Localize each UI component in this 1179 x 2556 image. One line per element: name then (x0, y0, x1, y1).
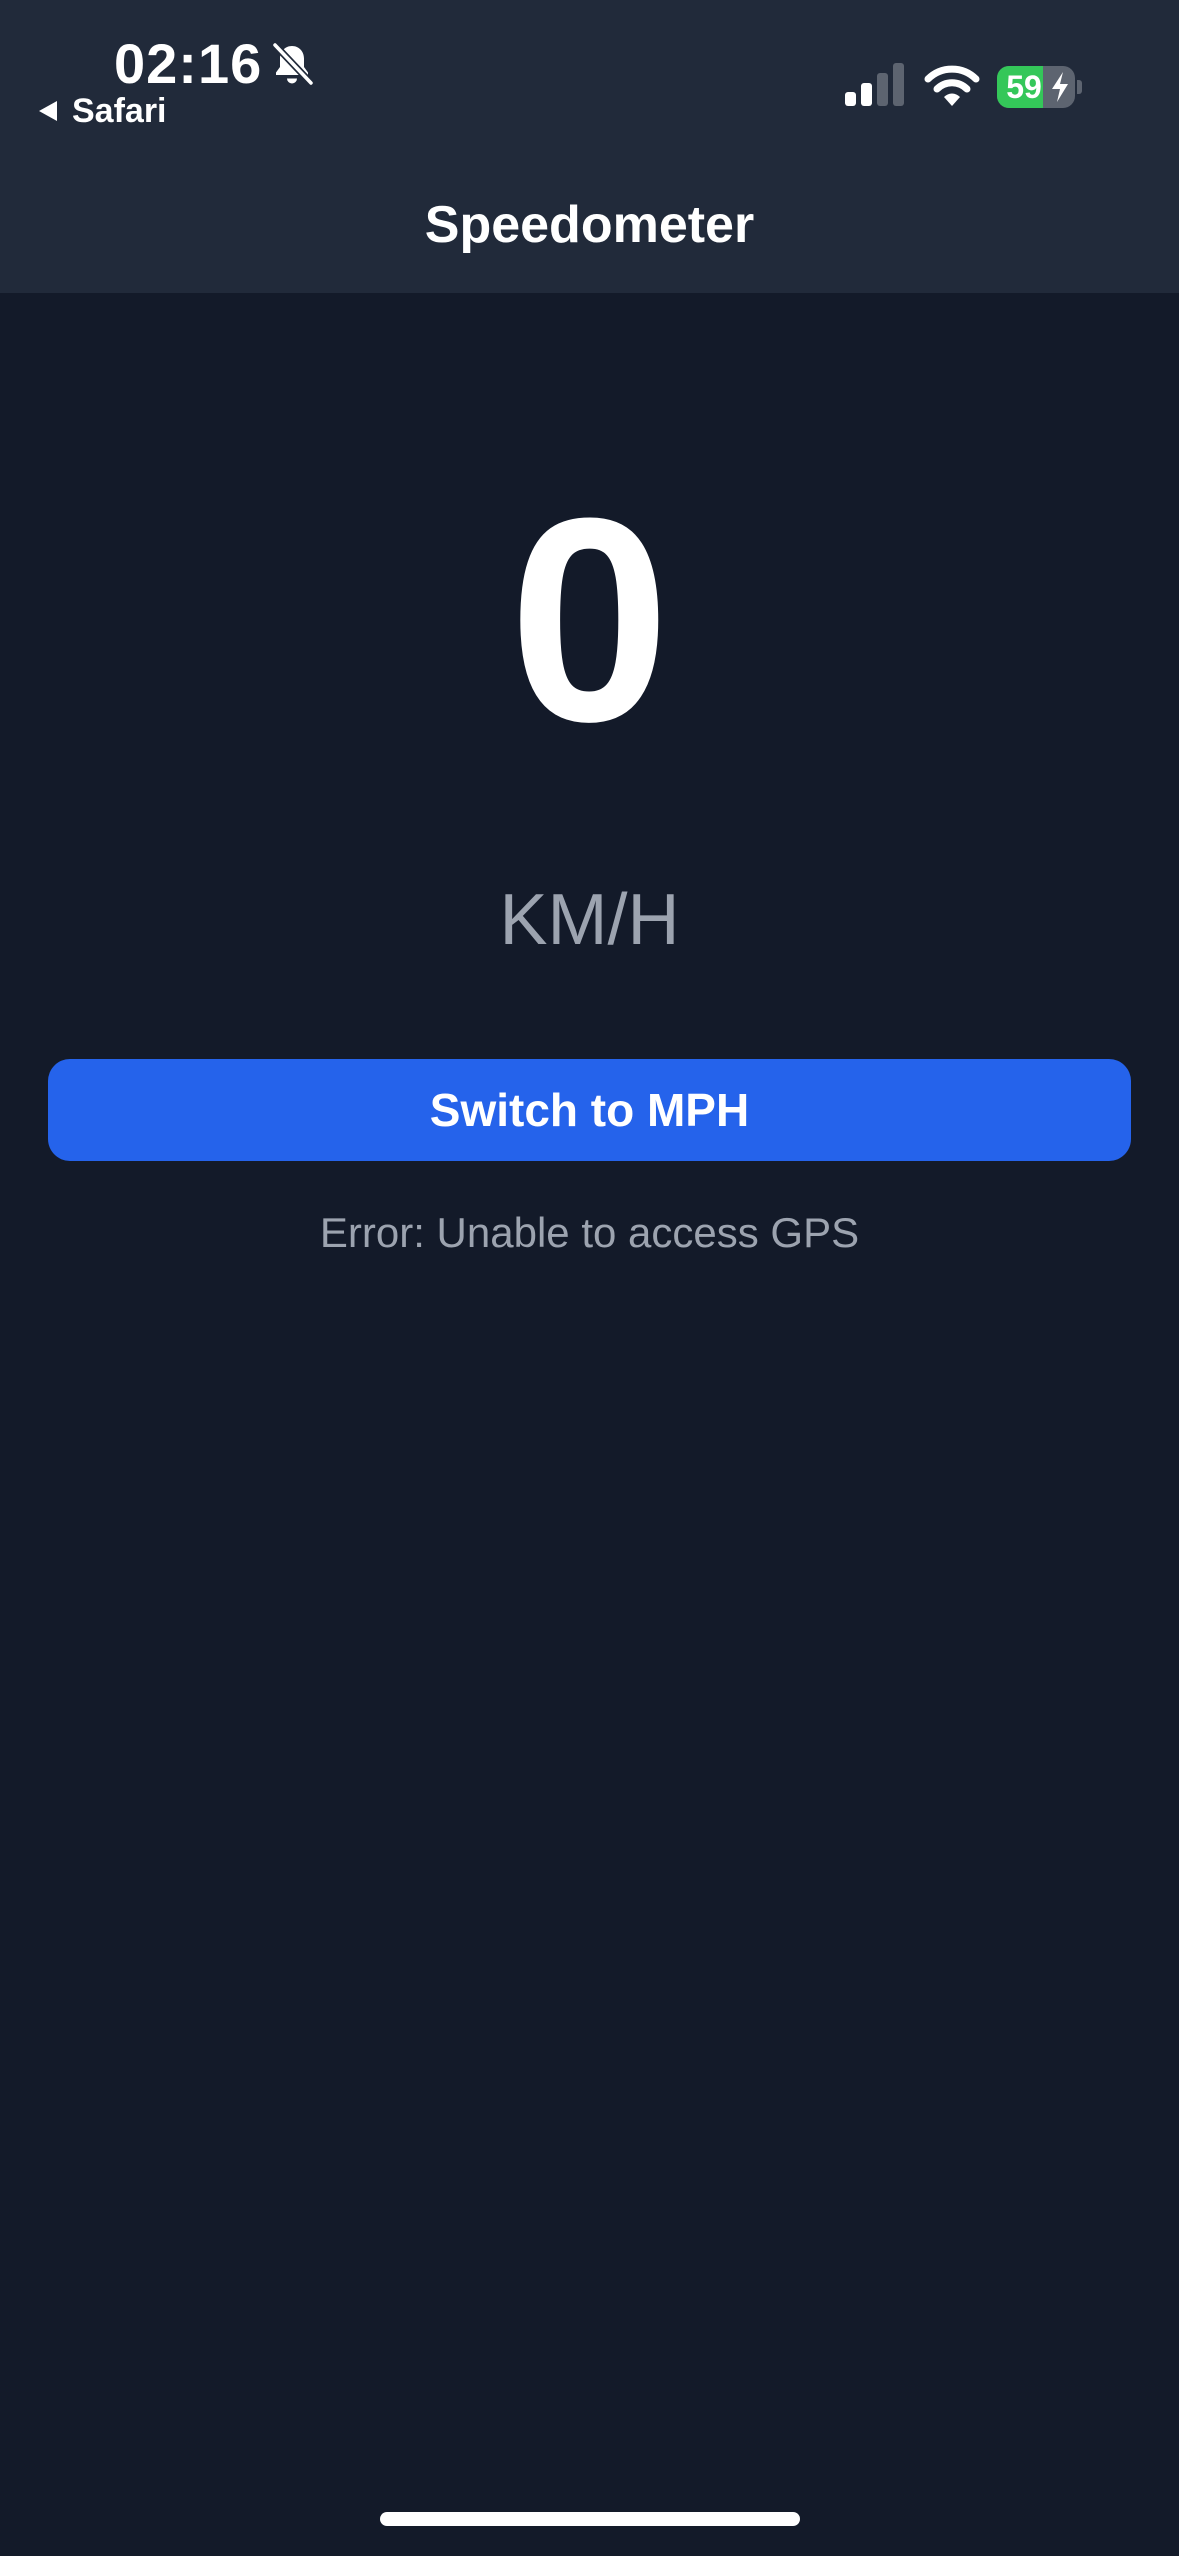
speed-unit-label: KM/H (499, 880, 680, 960)
wifi-icon (924, 65, 980, 106)
back-app-label: Safari (72, 92, 167, 130)
bell-slash-icon (271, 41, 315, 87)
back-to-safari-link[interactable]: Safari (36, 90, 167, 132)
cellular-signal-icon (845, 63, 904, 106)
back-arrow-icon (39, 101, 57, 121)
app-header: 02:16 Safari 59 Speedometer (0, 0, 1179, 293)
gps-error-message: Error: Unable to access GPS (319, 1209, 860, 1256)
switch-unit-button[interactable]: Switch to MPH (48, 1059, 1131, 1161)
charging-bolt-icon (1052, 72, 1068, 102)
home-indicator[interactable] (380, 2512, 800, 2526)
battery-indicator: 59 (997, 66, 1082, 108)
battery-level-text: 59 (1006, 69, 1042, 105)
page-title: Speedometer (424, 196, 755, 254)
battery-cap (1077, 80, 1082, 94)
speed-readout: 0 (508, 458, 671, 782)
